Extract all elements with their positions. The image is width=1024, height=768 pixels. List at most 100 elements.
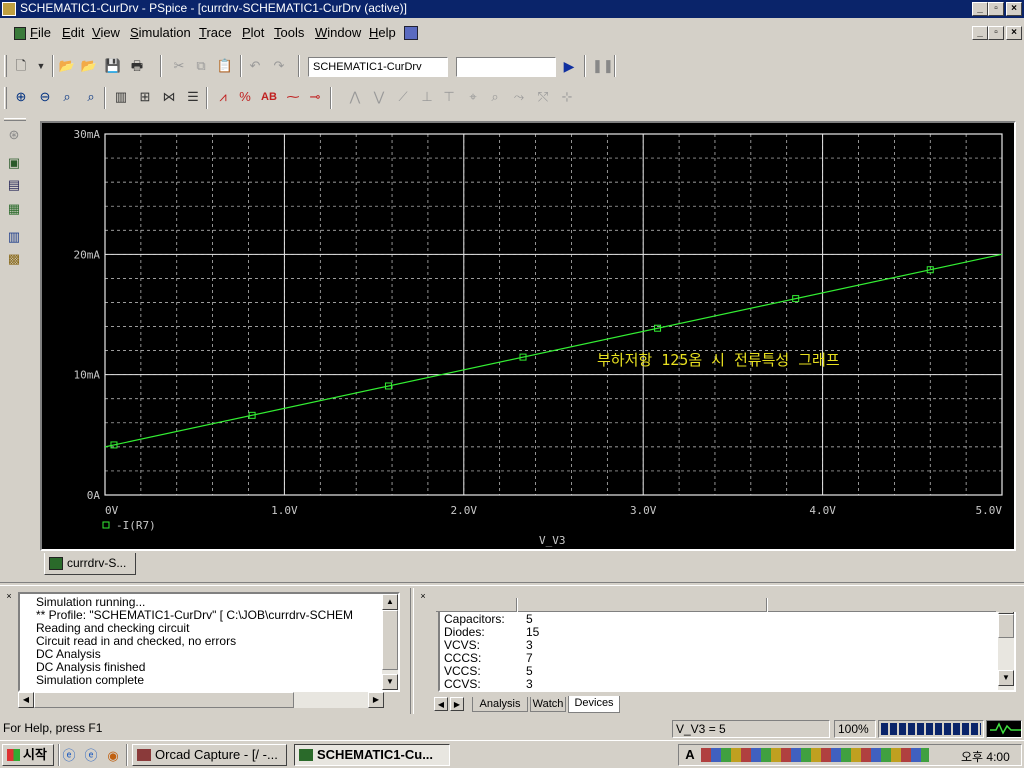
- open-icon[interactable]: 📂: [58, 57, 76, 75]
- toggle-cursor-icon[interactable]: ⊸: [306, 88, 324, 106]
- windows-logo-icon: [7, 749, 20, 761]
- output-window[interactable]: Simulation running... ** Profile: "SCHEMA…: [18, 592, 400, 692]
- text-label-icon[interactable]: AB: [260, 88, 278, 106]
- menu-tools[interactable]: Tools: [274, 25, 304, 40]
- child-restore-button[interactable]: ▫: [988, 26, 1004, 40]
- vertical-splitter[interactable]: [410, 588, 414, 714]
- open-profile-icon[interactable]: 📂: [80, 57, 98, 75]
- tab-devices[interactable]: Devices: [568, 696, 620, 713]
- probe-plot[interactable]: 0V 1.0V 2.0V 3.0V 4.0V 5.0V 0A 10mA 20mA 30mA -I(…: [42, 123, 1014, 549]
- cursor-peak-icon[interactable]: ⋀: [346, 88, 364, 106]
- menu-simulation[interactable]: Simulation: [130, 25, 191, 40]
- quicklaunch-media-icon[interactable]: ◉: [104, 747, 122, 765]
- scroll-up-button[interactable]: ▲: [382, 594, 398, 610]
- child-close-button[interactable]: ×: [1006, 26, 1022, 40]
- minimize-button[interactable]: _: [972, 2, 988, 16]
- scroll-down-button[interactable]: ▼: [382, 674, 398, 690]
- add-trace-icon[interactable]: ⩘: [214, 88, 232, 106]
- legend-label[interactable]: -I(R7): [116, 519, 156, 532]
- quicklaunch-ie-icon[interactable]: ⓔ: [60, 747, 78, 765]
- tab-scroll-left[interactable]: ◀: [434, 697, 448, 711]
- zoom-in-icon[interactable]: ⊕: [12, 88, 30, 106]
- standard-toolbar: 🗋 ▼ 📂 📂 💾 🖶 ✂ ⧉ 📋 ↶ ↷ SCHEMATIC1-CurDrv …: [0, 52, 1024, 80]
- tab-analysis[interactable]: Analysis: [472, 697, 528, 712]
- document-tab[interactable]: currdrv-S...: [44, 553, 136, 575]
- fourier-icon[interactable]: ⊞: [136, 88, 154, 106]
- menu-edit[interactable]: Edit: [62, 25, 84, 40]
- pane-splitter[interactable]: [0, 582, 1024, 586]
- previous-transition-icon[interactable]: ⤲: [534, 88, 552, 106]
- zoom-out-icon[interactable]: ⊖: [36, 88, 54, 106]
- task-pspice[interactable]: SCHEMATIC1-Cu...: [294, 744, 450, 766]
- pspice-icon: [299, 749, 313, 761]
- redo-icon[interactable]: ↷: [270, 57, 288, 75]
- log-x-icon[interactable]: ▥: [112, 88, 130, 106]
- menu-file[interactable]: File: [30, 25, 51, 40]
- devices-scroll-down[interactable]: ▼: [998, 670, 1014, 686]
- output-close-icon[interactable]: ×: [4, 591, 14, 603]
- zoom-area-icon[interactable]: ⌕: [58, 88, 76, 106]
- output-vscrollbar[interactable]: ▲ ▼: [382, 594, 398, 690]
- menu-window[interactable]: Window: [315, 25, 361, 40]
- devices-scroll-thumb[interactable]: [998, 614, 1014, 638]
- cut-icon[interactable]: ✂: [170, 57, 188, 75]
- profile-combo[interactable]: SCHEMATIC1-CurDrv: [308, 57, 448, 77]
- menu-help[interactable]: Help: [369, 25, 396, 40]
- print-icon[interactable]: 🖶: [128, 57, 146, 75]
- new-icon[interactable]: 🗋: [12, 57, 30, 75]
- task-orcad-capture[interactable]: Orcad Capture - [/ -...: [132, 744, 287, 766]
- cursor-min-icon[interactable]: ⊥: [418, 88, 436, 106]
- ime-indicator-icon[interactable]: A: [681, 746, 699, 764]
- log-y-icon[interactable]: ☰: [184, 88, 202, 106]
- start-button[interactable]: 시작: [2, 744, 54, 766]
- document-icon[interactable]: [14, 27, 26, 40]
- eval-goal-icon[interactable]: %: [236, 88, 254, 106]
- context-help-icon[interactable]: [404, 26, 418, 40]
- simulation-settings-icon[interactable]: ▣: [5, 154, 23, 172]
- view-output-icon[interactable]: ▤: [5, 176, 23, 194]
- copy-icon[interactable]: ⧉: [192, 57, 210, 75]
- next-transition-icon[interactable]: ⤳: [510, 88, 528, 106]
- performance-icon[interactable]: ⋈: [160, 88, 178, 106]
- close-button[interactable]: ×: [1006, 2, 1022, 16]
- run-icon[interactable]: ▶: [560, 57, 578, 75]
- plot-window[interactable]: 0V 1.0V 2.0V 3.0V 4.0V 5.0V 0A 10mA 20mA 30mA -I(…: [40, 121, 1016, 551]
- cursor-slope-icon[interactable]: ⟋: [394, 88, 412, 106]
- quicklaunch-browser-icon[interactable]: ⓔ: [82, 747, 100, 765]
- save-icon[interactable]: 💾: [104, 57, 122, 75]
- mark-label-icon[interactable]: ⊹: [558, 88, 576, 106]
- output-hscrollbar[interactable]: ◀ ▶: [18, 692, 384, 708]
- menu-trace[interactable]: Trace: [199, 25, 232, 40]
- scroll-left-button[interactable]: ◀: [18, 692, 34, 708]
- devices-window[interactable]: Capacitors: 5 Diodes: 15 VCVS: 3 CCCS: 7 VCCS: 5 C…: [438, 612, 1016, 692]
- simulation-queue-icon[interactable]: ▥: [5, 228, 23, 246]
- tray-icons[interactable]: [701, 748, 929, 762]
- markers-icon[interactable]: ▦: [5, 200, 23, 218]
- zoom-fit-icon[interactable]: ⌕: [82, 88, 100, 106]
- maximize-button[interactable]: ▫: [988, 2, 1004, 16]
- view-netlist-icon[interactable]: ▩: [5, 250, 23, 268]
- tab-scroll-right[interactable]: ▶: [450, 697, 464, 711]
- new-dropdown-icon[interactable]: ▼: [32, 57, 50, 75]
- undo-icon[interactable]: ↶: [246, 57, 264, 75]
- cursor-max-icon[interactable]: ⊤: [440, 88, 458, 106]
- pause-icon[interactable]: ❚❚: [592, 57, 614, 75]
- paste-icon[interactable]: 📋: [216, 57, 234, 75]
- child-minimize-button[interactable]: _: [972, 26, 988, 40]
- app-icon[interactable]: [2, 2, 16, 16]
- cursor-trough-icon[interactable]: ⋁: [370, 88, 388, 106]
- scroll-thumb[interactable]: [382, 610, 398, 670]
- cursor-search-icon[interactable]: ⌕: [486, 88, 504, 106]
- plot-legend: -I(R7): [102, 519, 156, 532]
- trace-combo[interactable]: [456, 57, 556, 77]
- hscroll-thumb[interactable]: [34, 692, 294, 708]
- devices-vscrollbar[interactable]: ▲ ▼: [998, 612, 1014, 690]
- devices-close-icon[interactable]: ×: [418, 591, 428, 603]
- run-probe-icon[interactable]: ⊛: [5, 126, 23, 144]
- scroll-right-button[interactable]: ▶: [368, 692, 384, 708]
- tab-watch[interactable]: Watch: [530, 697, 566, 712]
- menu-plot[interactable]: Plot: [242, 25, 264, 40]
- menu-view[interactable]: View: [92, 25, 120, 40]
- cursor-point-icon[interactable]: ⌖: [464, 88, 482, 106]
- mark-data-icon[interactable]: ⁓: [284, 88, 302, 106]
